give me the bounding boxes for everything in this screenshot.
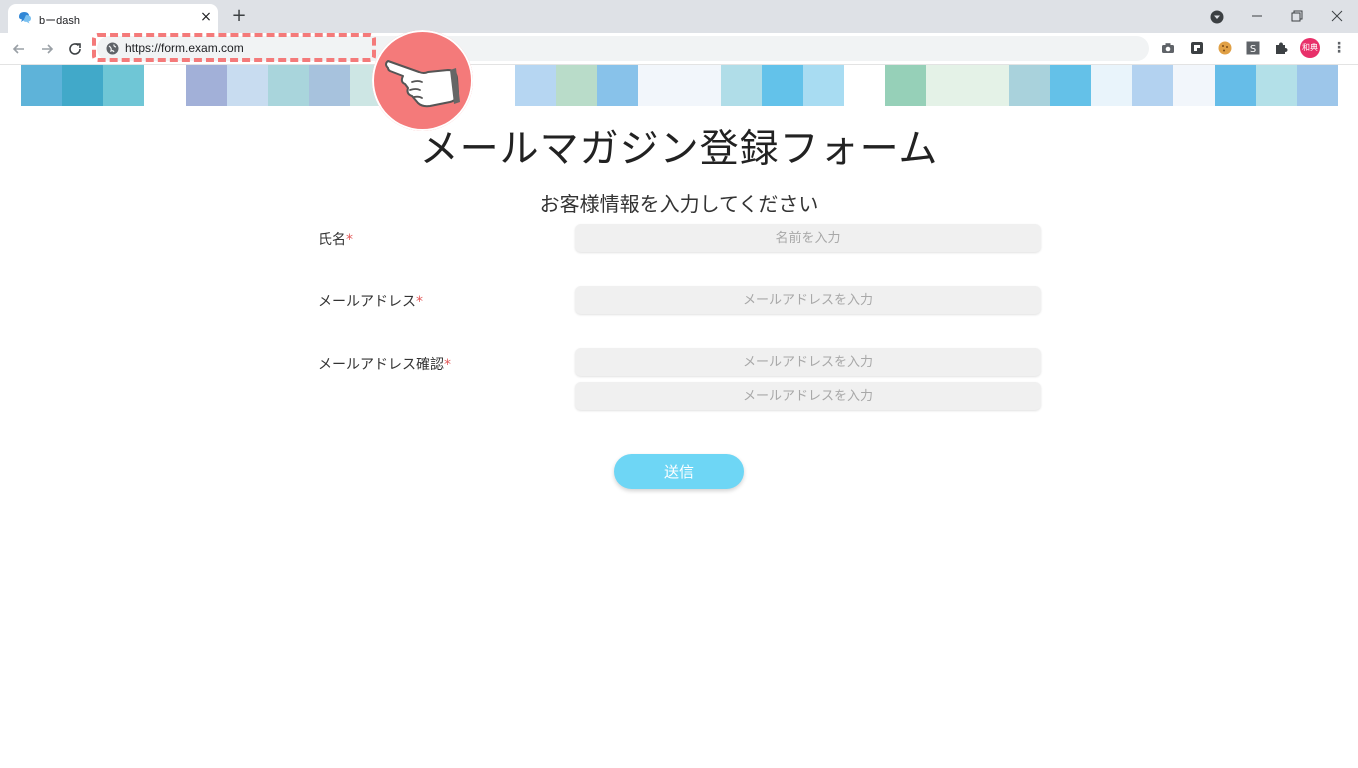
globe-icon [106,42,119,55]
banner-stripe [844,65,886,106]
tab-title: bーdash [39,15,80,27]
minimize-icon[interactable] [1244,4,1270,28]
email-confirm-input-2[interactable] [575,382,1041,410]
address-bar[interactable]: https://form.exam.com [97,36,1149,61]
email-confirm-input[interactable] [575,348,1041,376]
required-mark: * [416,294,423,310]
banner-stripe [720,65,762,106]
browser-tab[interactable]: bーdash × [8,4,218,33]
email-input[interactable] [575,286,1041,314]
banner-stripe [926,65,968,106]
menu-icon[interactable]: ⋮ [1332,39,1346,57]
pointer-annotation [372,30,473,131]
banner-stripe [802,65,845,106]
header-banner [21,65,1338,106]
name-label-text: 氏名 [318,232,346,248]
banner-stripe [103,65,145,106]
required-mark: * [346,232,353,248]
name-label: 氏名* [318,229,353,249]
banner-stripe [761,65,803,106]
banner-stripe [1173,65,1215,106]
page-subtitle: お客様情報を入力してください [539,192,819,216]
banner-stripe [185,65,227,106]
banner-stripe [62,65,104,106]
s-extension-icon[interactable]: S [1245,40,1261,56]
puzzle-icon[interactable] [1273,40,1289,56]
restore-icon[interactable] [1284,4,1310,28]
close-window-icon[interactable] [1324,4,1350,28]
browser-toolbar: https://form.exam.com S 和典 ⋮ [0,33,1358,65]
banner-stripe [514,65,557,106]
new-tab-button[interactable]: + [230,5,248,27]
cookie-icon[interactable] [1217,40,1233,56]
email-label-text: メールアドレス [318,294,416,310]
reload-icon[interactable] [65,39,85,59]
banner-stripe [1214,65,1256,106]
profile-avatar[interactable]: 和典 [1300,38,1320,58]
banner-stripe [556,65,598,106]
svg-text:S: S [1250,44,1256,55]
email-confirm-label: メールアドレス確認* [318,354,451,374]
email-confirm-label-text: メールアドレス確認 [318,357,444,373]
banner-stripe [638,65,680,106]
back-arrow-icon[interactable] [9,39,29,59]
banner-stripe [1008,65,1050,106]
banner-stripe [21,65,63,106]
banner-stripe [1091,65,1133,106]
name-input[interactable] [575,224,1041,252]
extension-icon[interactable] [1189,40,1205,56]
banner-stripe [1049,65,1092,106]
banner-stripe [473,65,515,106]
url-text[interactable]: https://form.exam.com [125,41,244,55]
camera-icon[interactable] [1160,40,1176,56]
tab-close-icon[interactable]: × [198,8,214,26]
submit-button[interactable]: 送信 [614,454,744,489]
banner-stripe [226,65,268,106]
pointing-hand-icon [385,60,460,108]
tab-strip: bーdash × + [0,0,1358,33]
banner-stripe [267,65,310,106]
banner-stripe [885,65,927,106]
banner-stripe [1296,65,1338,106]
chat-bubble-icon [19,12,31,24]
banner-stripe [144,65,186,106]
banner-stripe [597,65,639,106]
required-mark: * [444,357,451,373]
forward-arrow-icon[interactable] [37,39,57,59]
page-title: メールマガジン登録フォーム [419,127,939,172]
banner-stripe [1255,65,1297,106]
banner-stripe [309,65,351,106]
banner-stripe [1132,65,1174,106]
banner-stripe [967,65,1009,106]
email-label: メールアドレス* [318,291,423,311]
profile-dropdown-icon[interactable] [1204,4,1230,28]
banner-stripe [679,65,721,106]
